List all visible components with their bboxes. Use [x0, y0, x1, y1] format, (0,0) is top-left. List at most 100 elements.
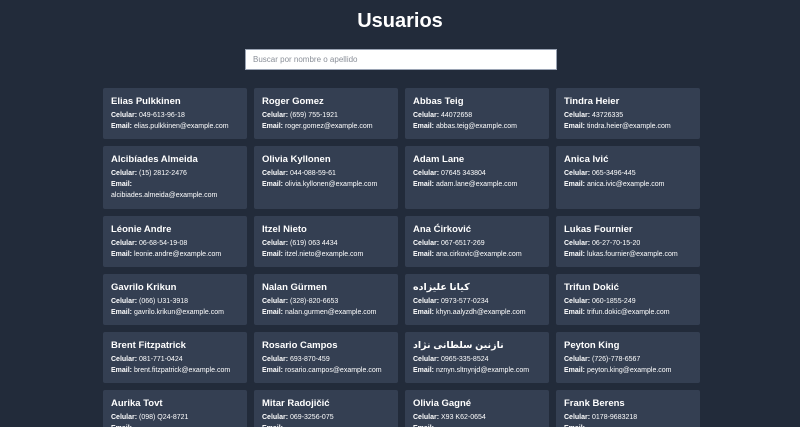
user-name: Lukas Fournier [564, 224, 633, 235]
user-card: Ana Ćirković Celular: 067-6517-269 Email: … [405, 216, 549, 267]
phone-label: Celular: [111, 170, 138, 177]
phone-label: Celular: [413, 356, 440, 363]
phone-value: 0973-577-0234 [441, 298, 489, 305]
phone-value: 0178-9683218 [592, 414, 638, 421]
user-phone: Celular: X93 K62-0654 [413, 412, 541, 423]
email-label: Email: [111, 309, 133, 316]
email-label: Email: [564, 123, 586, 130]
phone-label: Celular: [413, 240, 440, 247]
user-phone: Celular: (328)-820-6653 [262, 296, 390, 307]
user-phone: Celular: 065-3496-445 [564, 168, 692, 179]
user-name: نازنین سلطانی نژاد [413, 340, 504, 351]
phone-label: Celular: [413, 112, 440, 119]
phone-value: (619) 063 4434 [290, 240, 338, 247]
email-label: Email: [413, 123, 435, 130]
user-email: Email: lukas.fournier@example.com [564, 249, 692, 260]
email-value: gavrilo.krikun@example.com [133, 309, 224, 316]
email-label: Email: [111, 251, 133, 258]
phone-label: Celular: [564, 414, 591, 421]
email-label: Email: [413, 309, 435, 316]
user-card: Aurika TovtCelular: (098) Q24-8721Email: [103, 390, 247, 427]
user-email: Email: peyton.king@example.com [564, 365, 692, 376]
user-card: Abbas Teig Celular: 44072658 Email: abbas.… [405, 88, 549, 139]
user-email: Email: trifun.dokic@example.com [564, 307, 692, 318]
user-phone: Celular: 081-771-0424 [111, 354, 239, 365]
page-title: Usuarios [357, 10, 443, 32]
email-label: Email: [564, 367, 586, 374]
user-card-grid: Elias Pulkkinen Celular: 049-613-96-18 Ema… [103, 88, 700, 427]
email-value: tindra.heier@example.com [586, 123, 671, 130]
user-phone: Celular: (619) 063 4434 [262, 238, 390, 249]
email-value: trifun.dokic@example.com [586, 309, 670, 316]
user-email: Email: abbas.teig@example.com [413, 121, 541, 132]
user-card: Lukas Fournier Celular: 06-27-70-15-20 Ema… [556, 216, 700, 267]
email-value: elias.pulkkinen@example.com [133, 123, 229, 130]
user-email: Email: elias.pulkkinen@example.com [111, 121, 239, 132]
user-card: Léonie Andre Celular: 06-68-54-19-08 Email… [103, 216, 247, 267]
phone-label: Celular: [262, 240, 289, 247]
user-name: Ana Ćirković [413, 224, 472, 235]
email-value: anica.ivic@example.com [586, 181, 665, 188]
email-value: alcibiades.almeida@example.com [111, 192, 218, 199]
user-phone: Celular: (098) Q24-8721 [111, 412, 239, 423]
phone-value: (098) Q24-8721 [139, 414, 189, 421]
phone-label: Celular: [262, 298, 289, 305]
user-name: Brent Fitzpatrick [111, 340, 186, 351]
user-email: Email: ana.cirkovic@example.com [413, 249, 541, 260]
user-name: Gavrilo Krikun [111, 282, 177, 293]
user-email: Email: alcibiades.almeida@example.com [111, 179, 239, 201]
phone-label: Celular: [564, 170, 591, 177]
email-value: roger.gomez@example.com [284, 123, 373, 130]
phone-label: Celular: [413, 298, 440, 305]
email-label: Email: [262, 251, 284, 258]
user-card: Itzel Nieto Celular: (619) 063 4434 Email:… [254, 216, 398, 267]
user-card: Frank BerensCelular: 0178-9683218Email: [556, 390, 700, 427]
phone-value: 06-68-54-19-08 [139, 240, 188, 247]
phone-label: Celular: [111, 414, 138, 421]
user-card: Mitar RadojičićCelular: 069-3256-075Emai… [254, 390, 398, 427]
users-page: Usuarios Elias Pulkkinen Celular: 049-613… [0, 0, 800, 427]
user-name: Adam Lane [413, 154, 465, 165]
email-label: Email: [564, 309, 586, 316]
phone-value: 065-3496-445 [592, 170, 636, 177]
email-label: Email: [111, 181, 133, 188]
search-input[interactable] [245, 49, 557, 70]
phone-label: Celular: [111, 112, 138, 119]
user-name: Léonie Andre [111, 224, 172, 235]
phone-label: Celular: [262, 112, 289, 119]
email-label: Email: [262, 309, 284, 316]
user-name: Peyton King [564, 340, 620, 351]
email-value: brent.fitzpatrick@example.com [133, 367, 231, 374]
phone-value: 069-3256-075 [290, 414, 334, 421]
email-label: Email: [413, 181, 435, 188]
user-email: Email: [564, 423, 692, 427]
phone-value: 06-27-70-15-20 [592, 240, 641, 247]
user-card: Olivia Kyllonen Celular: 044-088-59-61 Ema… [254, 146, 398, 209]
user-phone: Celular: 06-68-54-19-08 [111, 238, 239, 249]
phone-value: 693-870-459 [290, 356, 330, 363]
phone-value: 049-613-96-18 [139, 112, 185, 119]
user-phone: Celular: (15) 2812-2476 [111, 168, 239, 179]
phone-value: (15) 2812-2476 [139, 170, 187, 177]
email-label: Email: [111, 123, 133, 130]
user-phone: Celular: 06-27-70-15-20 [564, 238, 692, 249]
email-label: Email: [564, 181, 586, 188]
phone-label: Celular: [262, 414, 289, 421]
user-name: Aurika Tovt [111, 398, 163, 409]
user-card: Roger Gomez Celular: (659) 755-1921 Email:… [254, 88, 398, 139]
phone-value: 060-1855-249 [592, 298, 636, 305]
user-name: کیانا علیزاده [413, 282, 470, 293]
user-card: Nalan Gürmen Celular: (328)-820-6653 Email… [254, 274, 398, 325]
user-name: Trifun Dokić [564, 282, 619, 293]
phone-label: Celular: [111, 356, 138, 363]
user-phone: Celular: 049-613-96-18 [111, 110, 239, 121]
user-phone: Celular: 060-1855-249 [564, 296, 692, 307]
email-label: Email: [564, 251, 586, 258]
user-email: Email: leonie.andre@example.com [111, 249, 239, 260]
user-name: Mitar Radojičić [262, 398, 330, 409]
user-email: Email: [111, 423, 239, 427]
phone-label: Celular: [111, 298, 138, 305]
user-name: Elias Pulkkinen [111, 96, 181, 107]
email-value: nznyn.sltnynjd@example.com [435, 367, 530, 374]
user-name: Olivia Kyllonen [262, 154, 331, 165]
